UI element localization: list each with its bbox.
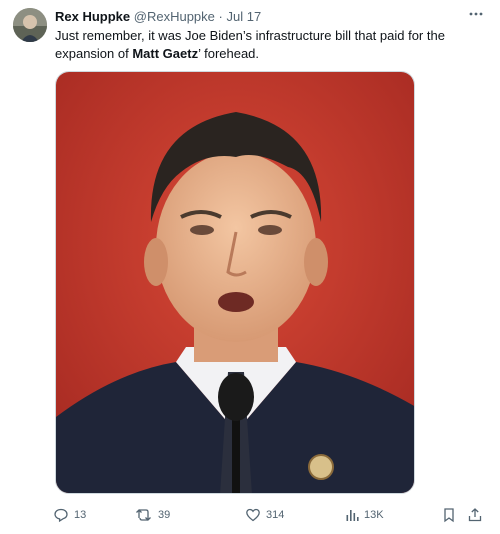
avatar[interactable]	[13, 8, 47, 42]
views-count: 13K	[364, 509, 384, 521]
like-count: 314	[266, 509, 285, 521]
avatar-image	[13, 8, 47, 42]
heart-icon	[246, 508, 260, 522]
reply-button[interactable]: 13	[53, 504, 86, 526]
author-handle[interactable]: @RexHuppke	[134, 9, 215, 24]
action-bar: 13 39 314 13K	[0, 504, 500, 526]
views-chart-icon	[346, 510, 359, 521]
more-button[interactable]	[465, 6, 487, 22]
bookmark-icon	[444, 508, 454, 523]
tweet[interactable]: Rex Huppke @RexHuppke · Jul 17 Just reme…	[0, 0, 500, 534]
tweet-header: Rex Huppke @RexHuppke · Jul 17	[55, 9, 261, 24]
more-icon	[469, 12, 483, 16]
bookmark-button[interactable]	[442, 504, 456, 526]
reply-icon	[54, 508, 68, 523]
media-photo	[56, 72, 414, 493]
retweet-button[interactable]: 39	[135, 504, 170, 526]
retweet-icon	[136, 509, 151, 521]
views-button[interactable]: 13K	[345, 504, 384, 526]
tweet-text: Just remember, it was Joe Biden’s infras…	[55, 27, 465, 63]
reply-count: 13	[74, 509, 87, 521]
author-name[interactable]: Rex Huppke	[55, 9, 130, 24]
share-button[interactable]	[467, 504, 483, 526]
mention-bold: Matt Gaetz	[132, 46, 199, 61]
tweet-media[interactable]	[55, 71, 415, 494]
separator: ·	[218, 9, 223, 24]
like-button[interactable]: 314	[245, 504, 284, 526]
tweet-date[interactable]: Jul 17	[226, 9, 261, 24]
share-icon	[468, 508, 482, 522]
retweet-count: 39	[158, 509, 171, 521]
tweet-text-end: ’ forehead.	[198, 46, 260, 61]
